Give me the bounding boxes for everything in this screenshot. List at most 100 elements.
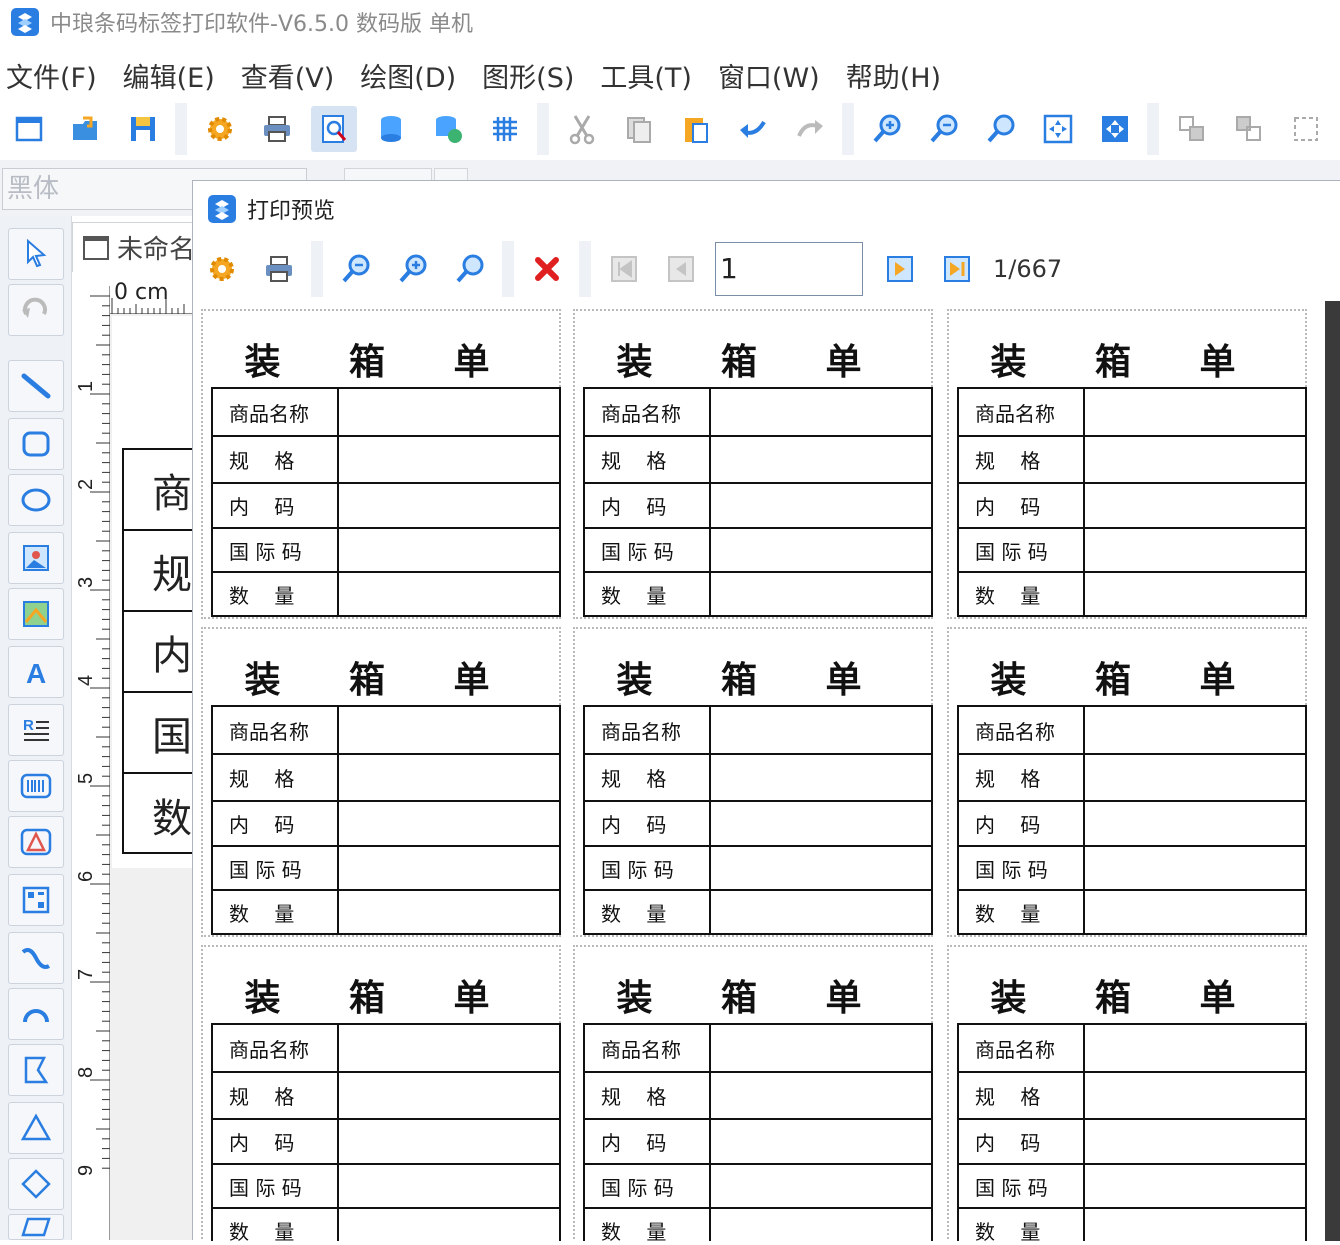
- ungroup-button[interactable]: [1226, 106, 1272, 152]
- zoom-out-button[interactable]: [921, 106, 967, 152]
- label-table-row: 商品名称: [959, 389, 1305, 437]
- menu-draw[interactable]: 绘图(D): [360, 56, 456, 95]
- shape-tool-button[interactable]: [8, 816, 64, 868]
- menu-view[interactable]: 查看(V): [241, 56, 335, 95]
- label-field-name: 规 格: [585, 755, 711, 800]
- horizontal-ruler: 0 cm: [110, 280, 192, 314]
- settings-button[interactable]: [197, 106, 243, 152]
- label-table-row: 国 际 码: [213, 1165, 559, 1209]
- barcode-tool-button[interactable]: [8, 760, 64, 812]
- rotate-icon: [22, 297, 47, 318]
- toolbar-separator: [1147, 103, 1159, 155]
- cut-icon: [569, 115, 594, 145]
- fit-page-button[interactable]: [1035, 106, 1081, 152]
- database-button[interactable]: [368, 106, 414, 152]
- previous-page-button[interactable]: [658, 246, 704, 292]
- database-link-button[interactable]: [425, 106, 471, 152]
- print-settings-button[interactable]: [199, 246, 245, 292]
- label-table-row: 商品名称: [959, 1025, 1305, 1073]
- first-page-button[interactable]: [601, 246, 647, 292]
- label-field-name: 数 量: [213, 891, 339, 933]
- label-title: 装 箱 单: [244, 341, 518, 383]
- arc-tool-button[interactable]: [8, 988, 64, 1040]
- line-tool-button[interactable]: [8, 360, 64, 412]
- database-icon: [380, 116, 401, 142]
- page-number-input[interactable]: 1: [715, 242, 863, 296]
- redo-button[interactable]: [787, 106, 833, 152]
- label-table-row: 规 格: [585, 755, 931, 802]
- rich-text-tool-button[interactable]: R: [8, 704, 64, 756]
- label-field-name: 内 码: [959, 1120, 1085, 1163]
- qrcode-tool-button[interactable]: [8, 874, 64, 926]
- print-icon: [265, 256, 292, 282]
- document-tab[interactable]: 未命名: [72, 222, 202, 272]
- title-bar: 中琅条码标签打印软件-V6.5.0 数码版 单机: [0, 0, 1340, 44]
- text-tool-button[interactable]: A: [8, 646, 64, 698]
- label-field-name: 国 际 码: [959, 529, 1085, 571]
- label-field-name: 数 量: [213, 573, 339, 615]
- rotate-tool-button[interactable]: [8, 284, 64, 336]
- group-button[interactable]: [1169, 106, 1215, 152]
- fit-width-button[interactable]: [1092, 106, 1138, 152]
- ruler-number: 8: [78, 1067, 97, 1078]
- barcode-icon: [20, 773, 52, 799]
- label-table-row: 国 际 码: [585, 1165, 931, 1209]
- design-label-table[interactable]: 商 规 内 国 数: [122, 448, 192, 854]
- menu-tools[interactable]: 工具(T): [600, 56, 692, 95]
- copy-icon: [626, 117, 651, 143]
- redo-icon: [796, 120, 823, 137]
- label-field-name: 规 格: [585, 1073, 711, 1118]
- preview-zoom-in-button[interactable]: [390, 246, 436, 292]
- label-table-row: 商品名称: [213, 389, 559, 437]
- label-table-row: 规 格: [959, 437, 1305, 484]
- image-tool-button[interactable]: [8, 532, 64, 584]
- label-field-name: 商品名称: [213, 707, 339, 753]
- diamond-tool-button[interactable]: [8, 1158, 64, 1210]
- preview-zoom-out-button[interactable]: [333, 246, 379, 292]
- zoom-fit-button[interactable]: [978, 106, 1024, 152]
- polygon-tool-button[interactable]: [8, 1044, 64, 1096]
- curve-tool-button[interactable]: [8, 932, 64, 984]
- label-table-row: 国 际 码: [213, 847, 559, 891]
- preview-print-button[interactable]: [256, 246, 302, 292]
- print-preview-button[interactable]: [310, 106, 357, 152]
- zoom-in-button[interactable]: [864, 106, 910, 152]
- label-field-name: 规 格: [959, 755, 1085, 800]
- select-tool-button[interactable]: [8, 228, 64, 280]
- next-page-button[interactable]: [877, 246, 923, 292]
- preview-page: 装 箱 单商品名称规 格内 码国 际 码数 量装 箱 单商品名称规 格内 码国 …: [193, 301, 1325, 1241]
- menu-window[interactable]: 窗口(W): [718, 56, 820, 95]
- label-table-row: 商品名称: [959, 707, 1305, 755]
- ellipse-tool-button[interactable]: [8, 474, 64, 526]
- packing-label: 装 箱 单商品名称规 格内 码国 际 码数 量: [573, 309, 933, 619]
- label-table: 商品名称规 格内 码国 际 码数 量: [957, 1023, 1307, 1241]
- open-button[interactable]: [63, 106, 109, 152]
- ruler-number: 1: [78, 381, 97, 392]
- print-button[interactable]: [254, 106, 300, 152]
- label-table-row: 内 码: [213, 484, 559, 529]
- rectangle-tool-button[interactable]: [8, 418, 64, 470]
- save-button[interactable]: [120, 106, 166, 152]
- menu-shape[interactable]: 图形(S): [482, 56, 574, 95]
- undo-button[interactable]: [730, 106, 776, 152]
- undo-icon: [739, 120, 766, 138]
- menu-edit[interactable]: 编辑(E): [123, 56, 215, 95]
- paste-button[interactable]: [673, 106, 719, 152]
- menu-file[interactable]: 文件(F): [6, 56, 97, 95]
- new-file-button[interactable]: [6, 106, 52, 152]
- triangle-tool-button[interactable]: [8, 1102, 64, 1154]
- copy-button[interactable]: [616, 106, 662, 152]
- picture-tool-button[interactable]: [8, 588, 64, 640]
- zoom-out-icon: [342, 254, 369, 283]
- cut-button[interactable]: [559, 106, 605, 152]
- menu-help[interactable]: 帮助(H): [846, 56, 941, 95]
- preview-zoom-fit-button[interactable]: [447, 246, 493, 292]
- label-title: 装 箱 单: [616, 341, 890, 383]
- close-preview-button[interactable]: [524, 246, 570, 292]
- label-title: 装 箱 单: [244, 659, 518, 701]
- select-frame-button[interactable]: [1283, 106, 1329, 152]
- parallelogram-tool-button[interactable]: [8, 1214, 64, 1240]
- label-field-name: 内 码: [213, 1120, 339, 1163]
- last-page-button[interactable]: [934, 246, 980, 292]
- grid-button[interactable]: [482, 106, 528, 152]
